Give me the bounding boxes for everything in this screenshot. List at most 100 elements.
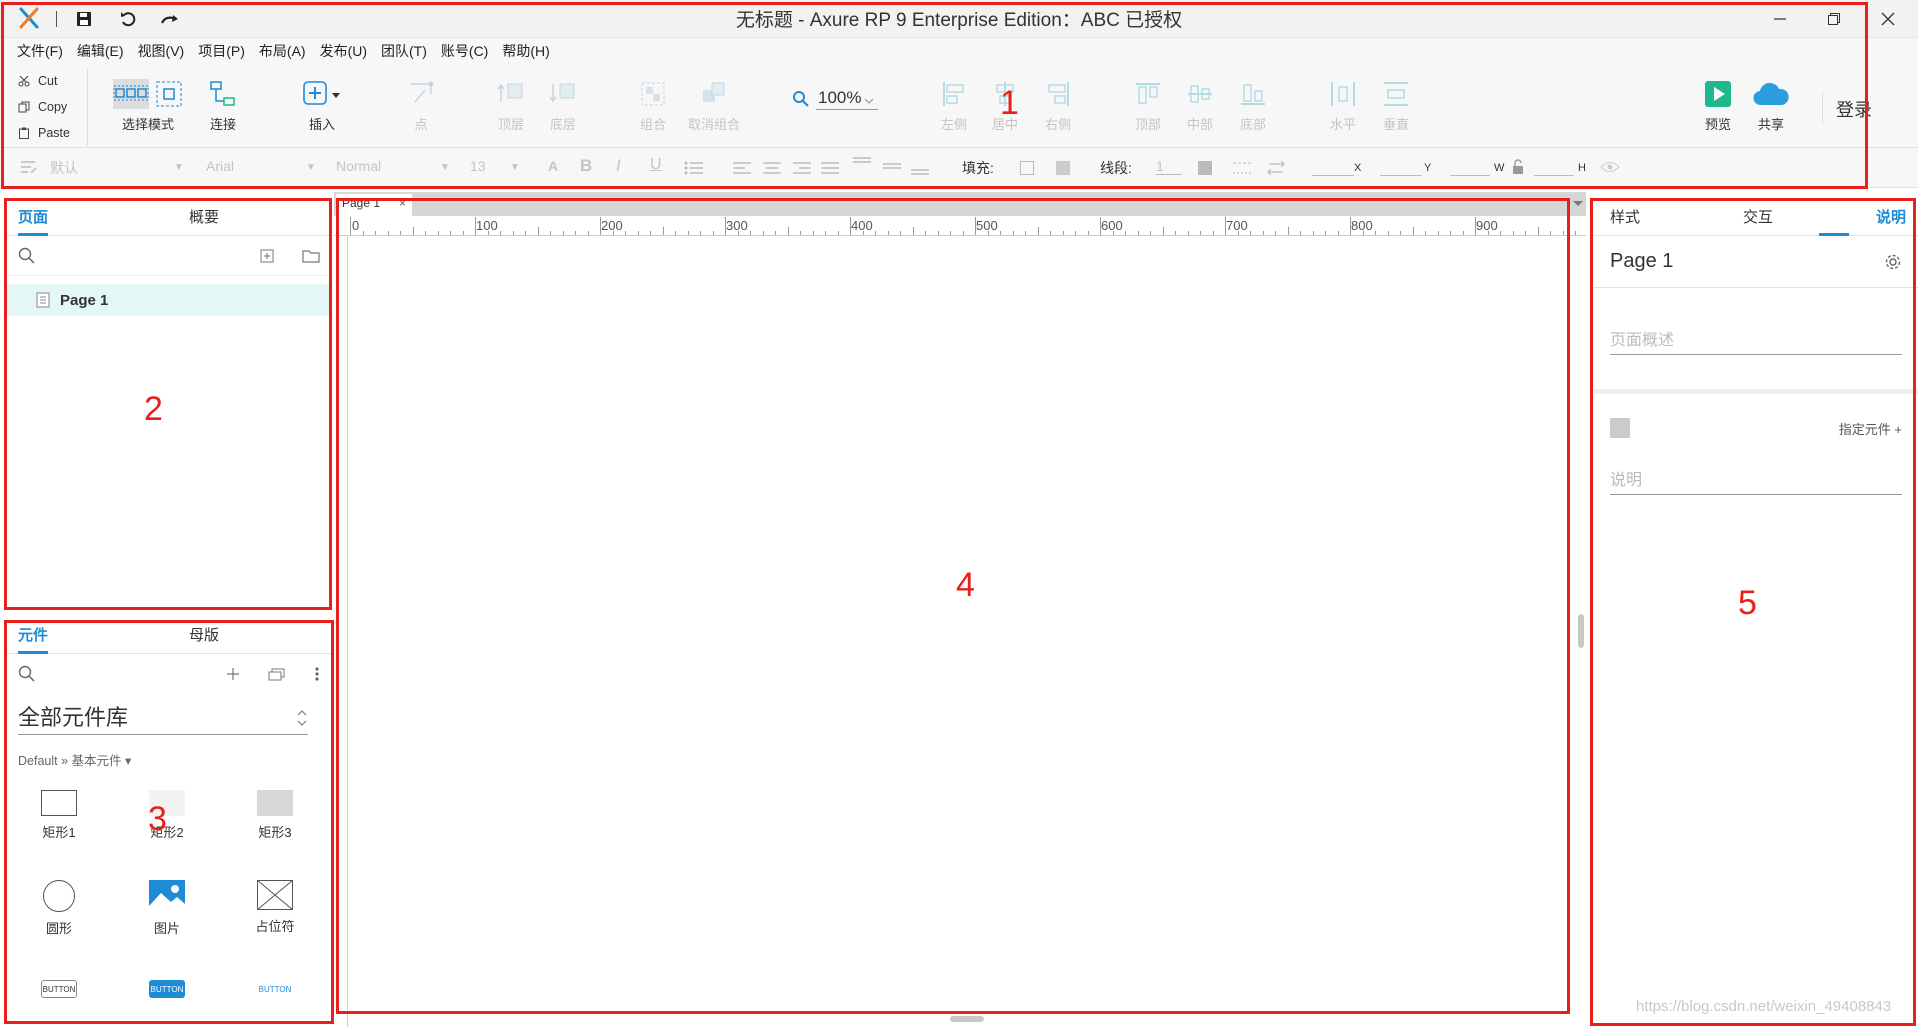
ruler-tick — [875, 231, 876, 235]
tab-pages[interactable]: 页面 — [6, 198, 126, 236]
tab-outline[interactable]: 概要 — [126, 198, 296, 235]
library-stack-icon[interactable] — [268, 667, 286, 681]
tab-close-icon[interactable]: × — [399, 196, 406, 210]
widget-rectangle-3[interactable]: 矩形3 — [230, 790, 320, 841]
w-input[interactable] — [1450, 158, 1490, 176]
menu-publish[interactable]: 发布(U) — [313, 38, 374, 66]
connect-button[interactable]: 连接 — [186, 78, 260, 133]
font-select[interactable]: Arial — [206, 158, 234, 174]
distribute-vertical-button[interactable]: 垂直 — [1359, 78, 1433, 133]
add-folder-icon[interactable] — [302, 249, 320, 263]
updown-icon[interactable] — [296, 708, 308, 728]
stroke-width-input[interactable]: 1 — [1156, 158, 1182, 175]
distribute-h-label: 水平 — [1329, 117, 1356, 132]
copy-button[interactable]: Copy — [8, 94, 87, 120]
widget-label: 图片 — [153, 921, 180, 936]
menu-account[interactable]: 账号(C) — [434, 38, 495, 66]
cloud-icon — [1753, 82, 1789, 106]
library-select[interactable]: 全部元件库 — [18, 700, 308, 735]
underline-icon[interactable]: U — [650, 156, 662, 174]
x-input[interactable] — [1312, 158, 1354, 176]
select-mode-button[interactable]: 选择模式 — [111, 78, 185, 133]
add-page-icon[interactable] — [260, 249, 274, 263]
widget-placeholder[interactable]: 占位符 — [230, 880, 320, 935]
library-breadcrumb[interactable]: Default » 基本元件 ▾ — [18, 750, 131, 769]
ruler-tick — [700, 231, 701, 235]
add-library-icon[interactable] — [226, 667, 240, 681]
h-input[interactable] — [1534, 158, 1574, 176]
page-summary-input[interactable]: 页面概述 — [1610, 326, 1902, 355]
fill-color-swatch[interactable] — [1020, 161, 1034, 175]
gear-icon[interactable] — [1884, 253, 1902, 271]
align-bottom-button[interactable]: 底部 — [1216, 78, 1290, 133]
font-size-select[interactable]: 13 — [470, 158, 486, 174]
page-list-item[interactable]: Page 1 — [6, 284, 332, 316]
search-icon[interactable] — [18, 247, 36, 265]
horizontal-scrollbar[interactable] — [950, 1016, 984, 1022]
align-right-button[interactable]: 右侧 — [1021, 78, 1095, 133]
menu-file[interactable]: 文件(F) — [10, 38, 70, 66]
minimize-button[interactable] — [1760, 5, 1800, 33]
menu-view[interactable]: 视图(V) — [131, 38, 192, 66]
notes-input[interactable]: 说明 — [1610, 466, 1902, 495]
zoom-control[interactable]: 100% — [792, 88, 878, 110]
search-icon[interactable] — [18, 665, 36, 683]
tab-libraries[interactable]: 元件 — [6, 616, 126, 654]
align-text-right-icon — [793, 162, 811, 174]
restore-button[interactable] — [1814, 5, 1854, 33]
menu-arrange[interactable]: 布局(A) — [252, 38, 313, 66]
point-button[interactable]: 点 — [384, 78, 458, 133]
tab-masters[interactable]: 母版 — [126, 616, 296, 653]
font-dropdown-arrow[interactable]: ▼ — [306, 162, 316, 173]
tab-notes[interactable]: 说明 — [1807, 198, 1918, 236]
ruler-tick — [612, 231, 614, 235]
login-button[interactable]: 登录 — [1836, 96, 1872, 122]
inspector-tabs: 样式 交互 说明 — [1594, 198, 1918, 236]
share-button[interactable]: 共享 — [1734, 78, 1808, 133]
redo-button[interactable] — [158, 7, 182, 31]
weight-dropdown-arrow[interactable]: ▼ — [440, 162, 450, 173]
font-weight-select[interactable]: Normal — [336, 158, 381, 174]
vertical-scrollbar[interactable] — [1578, 614, 1584, 648]
widget-link-button[interactable]: BUTTON — [230, 980, 320, 998]
font-color-icon[interactable]: A — [548, 158, 558, 174]
menu-project[interactable]: 项目(P) — [191, 38, 252, 66]
stroke-color-swatch[interactable] — [1198, 161, 1212, 175]
widget-rectangle-1[interactable]: 矩形1 — [14, 790, 104, 841]
size-dropdown-arrow[interactable]: ▼ — [510, 162, 520, 173]
insert-button[interactable]: 插入 — [285, 78, 359, 133]
widget-rectangle-2[interactable]: 矩形2 — [122, 790, 212, 841]
paste-button[interactable]: Paste — [8, 120, 87, 146]
ungroup-button[interactable]: 取消组合 — [677, 78, 751, 133]
undo-button[interactable] — [116, 7, 140, 31]
tab-style[interactable]: 样式 — [1594, 198, 1709, 235]
widget-button[interactable]: BUTTON — [14, 980, 104, 998]
canvas-tab-page1[interactable]: Page 1 × — [336, 194, 412, 216]
assign-widget-button[interactable]: 指定元件 + — [1839, 419, 1902, 438]
menu-help[interactable]: 帮助(H) — [495, 38, 556, 66]
widget-image[interactable]: 图片 — [122, 880, 212, 937]
copy-label: Copy — [38, 100, 68, 114]
menu-team[interactable]: 团队(T) — [374, 38, 434, 66]
save-button[interactable] — [72, 7, 96, 31]
style-select[interactable]: 默认 — [50, 158, 78, 178]
widget-primary-button[interactable]: BUTTON — [122, 980, 212, 998]
more-vertical-icon[interactable] — [314, 666, 320, 682]
design-canvas[interactable] — [349, 237, 1586, 1027]
tab-dropdown-icon[interactable] — [1572, 200, 1584, 208]
page-name: Page 1 — [60, 291, 109, 309]
fill-shadow-swatch[interactable] — [1056, 161, 1070, 175]
tab-interactions[interactable]: 交互 — [1709, 198, 1808, 235]
close-button[interactable] — [1868, 5, 1908, 33]
distribute-h-icon — [1331, 82, 1355, 106]
style-dropdown-arrow[interactable]: ▼ — [174, 162, 184, 173]
cut-button[interactable]: Cut — [8, 68, 87, 94]
italic-icon[interactable]: I — [616, 156, 621, 176]
bold-icon[interactable]: B — [580, 156, 592, 176]
widget-ellipse[interactable]: 圆形 — [14, 880, 104, 937]
note-color-swatch[interactable] — [1610, 418, 1630, 438]
y-input[interactable] — [1380, 158, 1422, 176]
x-label: X — [1354, 162, 1362, 174]
menu-edit[interactable]: 编辑(E) — [70, 38, 131, 66]
send-to-back-button[interactable]: 底层 — [526, 78, 600, 133]
